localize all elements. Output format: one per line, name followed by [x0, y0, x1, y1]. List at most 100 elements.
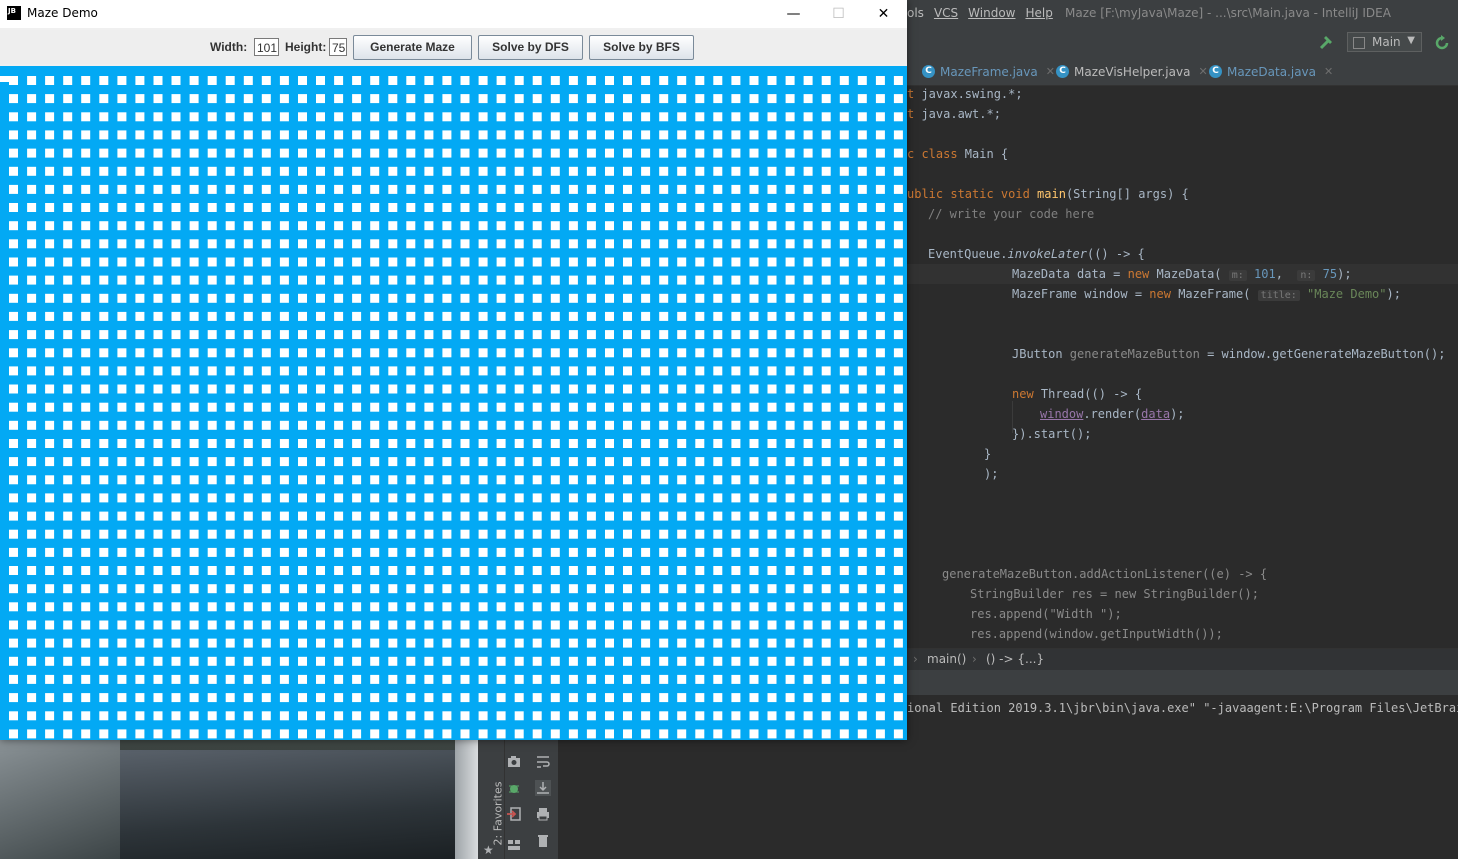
- maze-cell: [496, 257, 506, 267]
- maze-cell: [767, 693, 777, 703]
- maze-cell: [586, 384, 596, 394]
- menu-item-vcs[interactable]: VCS: [934, 6, 958, 20]
- maze-cell: [514, 693, 524, 703]
- maze-cell: [279, 420, 289, 430]
- camera-icon[interactable]: [506, 754, 522, 770]
- maze-cell: [839, 330, 849, 340]
- maze-cell: [460, 311, 470, 321]
- solve-bfs-button[interactable]: Solve by BFS: [589, 35, 694, 60]
- maze-cell: [9, 166, 18, 176]
- maze-cell: [63, 529, 73, 539]
- maze-cell: [568, 584, 578, 594]
- maze-cell: [605, 184, 614, 194]
- maze-cell: [99, 348, 109, 358]
- maze-cell: [370, 366, 380, 376]
- maze-cell: [731, 493, 741, 503]
- scroll-to-end-icon[interactable]: [535, 780, 551, 796]
- menu-item-tools[interactable]: ols: [907, 6, 924, 20]
- maze-cell: [298, 239, 307, 249]
- maze-cell: [261, 711, 271, 721]
- maze-cell: [641, 148, 651, 158]
- maze-cell: [893, 529, 903, 539]
- maze-cell: [514, 711, 524, 721]
- maze-cell: [27, 439, 37, 448]
- maze-cell: [478, 602, 488, 612]
- maze-cell: [334, 330, 344, 340]
- maze-cell: [117, 693, 127, 703]
- maze-cell: [27, 221, 37, 231]
- build-hammer-icon[interactable]: [1318, 33, 1336, 51]
- maze-cell: [478, 76, 488, 85]
- maze-cell: [316, 602, 325, 612]
- maze-cell: [442, 203, 452, 212]
- maze-cell: [406, 566, 416, 575]
- maze-cell: [857, 148, 867, 158]
- tab-mazevishelper[interactable]: C MazeVisHelper.java ✕: [1056, 58, 1208, 85]
- maze-cell: [261, 148, 271, 158]
- maze-cell: [316, 76, 325, 85]
- window-title-bar[interactable]: JB Maze Demo — ☐ ✕: [0, 0, 907, 28]
- minimize-button[interactable]: —: [771, 0, 816, 28]
- close-icon[interactable]: ✕: [1046, 65, 1055, 78]
- maze-cell: [406, 330, 416, 340]
- maze-cell: [713, 130, 723, 140]
- maze-cell: [352, 239, 362, 249]
- tab-mazedata[interactable]: C MazeData.java ✕: [1209, 58, 1333, 85]
- maze-cell: [785, 112, 795, 122]
- maze-cell: [298, 184, 307, 194]
- maze-cell: [225, 402, 235, 412]
- width-input[interactable]: 101: [254, 38, 279, 56]
- tab-mazeframe[interactable]: C MazeFrame.java ✕: [922, 58, 1055, 85]
- maze-cell: [189, 475, 199, 485]
- maze-cell: [749, 584, 759, 594]
- solve-dfs-button[interactable]: Solve by DFS: [478, 35, 583, 60]
- maze-cell: [514, 656, 524, 666]
- trash-icon[interactable]: [535, 832, 551, 848]
- breadcrumb-lambda[interactable]: () -> {...}: [986, 652, 1044, 666]
- maze-cell: [406, 693, 416, 703]
- maze-cell: [424, 439, 434, 448]
- maze-cell: [45, 402, 55, 412]
- maze-cell: [207, 529, 217, 539]
- maze-cell: [243, 130, 253, 140]
- maze-cell: [677, 566, 687, 575]
- close-icon[interactable]: ✕: [1324, 65, 1333, 78]
- maze-cell: [803, 166, 813, 176]
- maze-cell: [352, 130, 362, 140]
- favorites-tool-window[interactable]: 2: Favorites: [478, 782, 504, 846]
- maze-cell: [659, 366, 669, 376]
- maze-cell: [225, 184, 235, 194]
- maze-cell: [514, 366, 524, 376]
- maze-cell: [316, 511, 325, 521]
- maze-cell: [207, 566, 217, 575]
- maze-cell: [9, 275, 18, 285]
- maze-cell: [352, 511, 362, 521]
- maze-cell: [839, 384, 849, 394]
- rerun-icon[interactable]: [1433, 34, 1451, 52]
- maze-cell: [334, 693, 344, 703]
- menu-item-help[interactable]: Help: [1025, 6, 1052, 20]
- maze-cell: [135, 76, 145, 85]
- run-config-dropdown[interactable]: Main ▼: [1347, 32, 1422, 52]
- print-icon[interactable]: [535, 806, 551, 822]
- menu-item-window[interactable]: Window: [968, 6, 1015, 20]
- close-button[interactable]: ✕: [861, 0, 906, 28]
- maze-cell: [568, 620, 578, 630]
- soft-wrap-icon[interactable]: [535, 754, 551, 770]
- maze-cell: [153, 547, 163, 557]
- maze-cell: [279, 457, 289, 467]
- debug-bug-icon[interactable]: [506, 780, 522, 796]
- maze-cell: [713, 311, 723, 321]
- maze-cell: [749, 166, 759, 176]
- layout-icon[interactable]: [506, 836, 522, 852]
- close-icon[interactable]: ✕: [1198, 65, 1207, 78]
- maximize-button[interactable]: ☐: [816, 0, 861, 28]
- height-input[interactable]: 75: [329, 38, 347, 56]
- maze-cell: [568, 366, 578, 376]
- maze-cell: [605, 711, 614, 721]
- breadcrumb-main[interactable]: main(): [927, 652, 966, 666]
- maze-cell: [713, 257, 723, 267]
- generate-maze-button[interactable]: Generate Maze: [353, 35, 472, 60]
- maze-cell: [677, 729, 687, 739]
- login-icon[interactable]: [506, 806, 522, 822]
